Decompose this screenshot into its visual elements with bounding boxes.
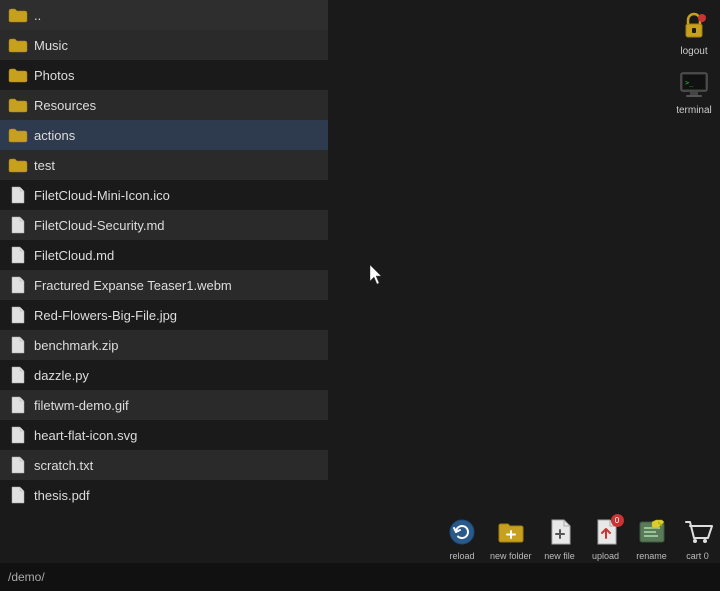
file-icon bbox=[8, 456, 28, 474]
file-item[interactable]: Resources bbox=[0, 90, 328, 120]
file-item[interactable]: scratch.txt bbox=[0, 450, 328, 480]
file-icon bbox=[8, 306, 28, 324]
file-item[interactable]: heart-flat-icon.svg bbox=[0, 420, 328, 450]
new-file-icon bbox=[542, 514, 578, 550]
folder-icon bbox=[8, 6, 28, 24]
file-name: Fractured Expanse Teaser1.webm bbox=[34, 278, 232, 293]
file-item[interactable]: Fractured Expanse Teaser1.webm bbox=[0, 270, 328, 300]
cart-icon bbox=[680, 514, 716, 550]
file-name: FiletCloud.md bbox=[34, 248, 114, 263]
file-name: FiletCloud-Security.md bbox=[34, 218, 165, 233]
folder-icon bbox=[8, 156, 28, 174]
svg-text:>_: >_ bbox=[685, 79, 694, 87]
file-icon bbox=[8, 246, 28, 264]
logout-icon-item[interactable]: logout bbox=[676, 8, 712, 57]
logout-icon bbox=[676, 8, 712, 44]
file-name: benchmark.zip bbox=[34, 338, 119, 353]
new-folder-button[interactable]: new folder bbox=[486, 512, 536, 563]
reload-button[interactable]: reload bbox=[440, 512, 484, 563]
file-name: Red-Flowers-Big-File.jpg bbox=[34, 308, 177, 323]
file-icon bbox=[8, 396, 28, 414]
terminal-label: terminal bbox=[676, 105, 712, 116]
new-folder-label: new folder bbox=[490, 551, 532, 561]
file-name: Resources bbox=[34, 98, 96, 113]
file-icon bbox=[8, 336, 28, 354]
mouse-cursor bbox=[370, 265, 386, 288]
file-name: dazzle.py bbox=[34, 368, 89, 383]
logout-label: logout bbox=[680, 46, 707, 57]
upload-icon: 0 bbox=[588, 514, 624, 550]
file-item[interactable]: .. bbox=[0, 0, 328, 30]
file-item[interactable]: FiletCloud-Security.md bbox=[0, 210, 328, 240]
status-bar: /demo/ bbox=[0, 563, 720, 591]
file-item[interactable]: benchmark.zip bbox=[0, 330, 328, 360]
file-item[interactable]: Photos bbox=[0, 60, 328, 90]
file-item[interactable]: FiletCloud-Mini-Icon.ico bbox=[0, 180, 328, 210]
folder-icon bbox=[8, 96, 28, 114]
cart-button[interactable]: cart 0 bbox=[676, 512, 720, 563]
reload-label: reload bbox=[449, 551, 474, 561]
new-file-button[interactable]: new file bbox=[538, 512, 582, 563]
file-icon bbox=[8, 186, 28, 204]
file-name: actions bbox=[34, 128, 75, 143]
file-name: thesis.pdf bbox=[34, 488, 90, 503]
file-name: test bbox=[34, 158, 55, 173]
file-item[interactable]: Red-Flowers-Big-File.jpg bbox=[0, 300, 328, 330]
file-item[interactable]: thesis.pdf bbox=[0, 480, 328, 510]
rename-button[interactable]: rename bbox=[630, 512, 674, 563]
file-name: FiletCloud-Mini-Icon.ico bbox=[34, 188, 170, 203]
file-icon bbox=[8, 486, 28, 504]
desktop-icons: logout >_ terminal bbox=[676, 8, 712, 116]
upload-button[interactable]: 0 upload bbox=[584, 512, 628, 563]
folder-icon bbox=[8, 36, 28, 54]
file-name: Music bbox=[34, 38, 68, 53]
current-path: /demo/ bbox=[8, 570, 45, 584]
rename-icon bbox=[634, 514, 670, 550]
rename-label: rename bbox=[636, 551, 667, 561]
terminal-icon-item[interactable]: >_ terminal bbox=[676, 67, 712, 116]
file-item[interactable]: test bbox=[0, 150, 328, 180]
new-file-label: new file bbox=[544, 551, 575, 561]
file-name: heart-flat-icon.svg bbox=[34, 428, 137, 443]
file-item[interactable]: filetwm-demo.gif bbox=[0, 390, 328, 420]
file-list-panel[interactable]: .. Music Photos Resources actions test F… bbox=[0, 0, 328, 560]
file-icon bbox=[8, 366, 28, 384]
file-name: scratch.txt bbox=[34, 458, 93, 473]
folder-icon bbox=[8, 66, 28, 84]
file-icon bbox=[8, 426, 28, 444]
file-item[interactable]: FiletCloud.md bbox=[0, 240, 328, 270]
toolbar: reload new folder new file bbox=[440, 512, 720, 563]
file-item[interactable]: actions bbox=[0, 120, 328, 150]
reload-icon bbox=[444, 514, 480, 550]
file-icon bbox=[8, 216, 28, 234]
file-item[interactable]: Music bbox=[0, 30, 328, 60]
file-name: filetwm-demo.gif bbox=[34, 398, 129, 413]
file-item[interactable]: dazzle.py bbox=[0, 360, 328, 390]
folder-icon bbox=[8, 126, 28, 144]
new-folder-icon bbox=[493, 514, 529, 550]
upload-label: upload bbox=[592, 551, 619, 561]
terminal-icon: >_ bbox=[676, 67, 712, 103]
file-icon bbox=[8, 276, 28, 294]
cart-label: cart 0 bbox=[686, 551, 709, 561]
file-name: .. bbox=[34, 8, 41, 23]
file-name: Photos bbox=[34, 68, 74, 83]
